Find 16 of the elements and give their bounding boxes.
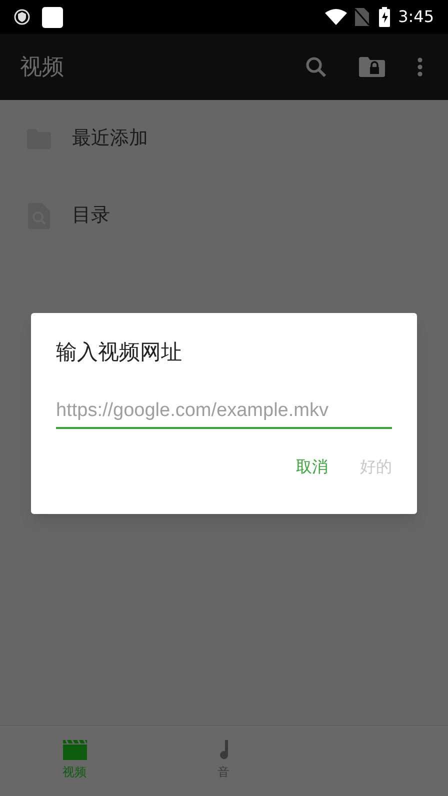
status-time: 3:45 [398,6,434,28]
no-sim-icon [355,8,370,26]
wifi-icon [325,9,348,25]
locked-folder-button[interactable] [359,57,385,77]
search-button[interactable] [305,56,327,78]
more-options-button[interactable] [417,57,423,77]
dialog-title: 输入视频网址 [56,339,183,366]
list-item[interactable]: 目录 [0,177,448,254]
notification-icon [42,6,63,28]
battery-icon [379,7,390,27]
url-input-field[interactable]: https://google.com/example.mkv [56,394,392,428]
clapperboard-icon [62,740,86,760]
shield-icon [14,9,30,25]
dialog-button[interactable]: 取消 [284,448,340,484]
app-title: 视频 [20,54,65,82]
list-item[interactable]: 最近添加 [0,100,448,177]
